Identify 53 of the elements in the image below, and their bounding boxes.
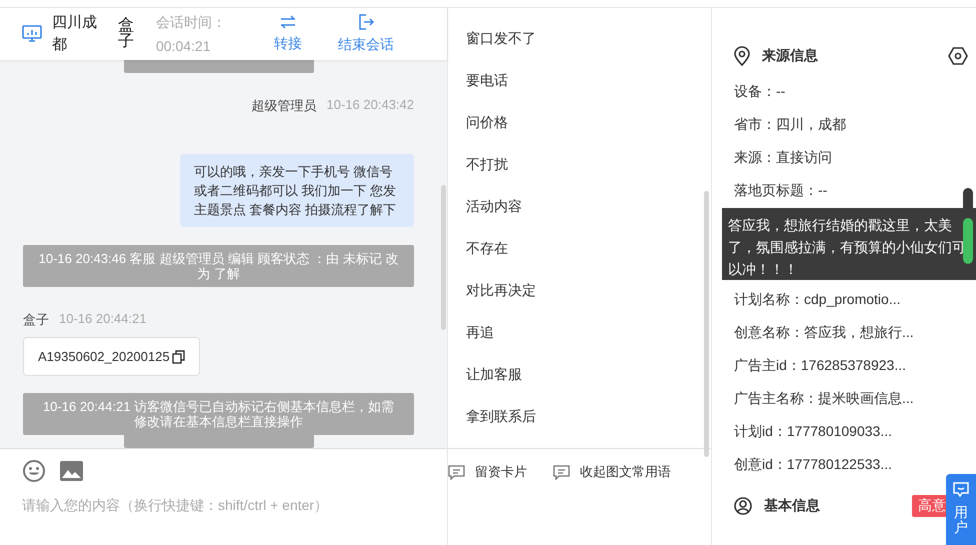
monitor-icon (22, 25, 42, 43)
exit-icon (358, 14, 374, 30)
quick-reply-item[interactable]: 拿到联系后 (466, 406, 693, 448)
info-row-text: 省市：四川，成都 (734, 115, 847, 134)
info-row-text: 设备：-- (734, 82, 786, 101)
system-message: 10-16 20:44:21 访客微信号已自动标记右侧基本信息栏，如需修改请在基本信息栏直接操作 (23, 393, 414, 435)
session-time: 00:04:21 (156, 37, 212, 56)
quick-reply-item[interactable]: 再追 (466, 322, 693, 364)
message-input[interactable]: 请输入您的内容（换行快捷键：shift/ctrl + enter） (22, 497, 422, 513)
image-icon[interactable] (60, 461, 83, 481)
section-title: 来源信息 (762, 47, 818, 65)
info-row-text: 计划id：177780109033... (734, 422, 893, 441)
message-bubble: 可以的哦，亲发一下手机号 微信号或者二维码都可以 我们加一下 您发主题景点 套餐内容 拍摄流程了解下 (180, 154, 414, 227)
system-message: 10-16 20:43:46 客服 超级管理员 编辑 顾客状态 ：由 未标记 改为 了解 (23, 245, 414, 287)
info-row-text: 来源：直接访问 (734, 148, 833, 167)
visitor-name: 盒子 (118, 18, 134, 50)
transfer-button[interactable]: 转接 (274, 15, 302, 53)
message-time: 10-16 20:43:42 (326, 97, 414, 114)
visitor-location: 四川成都 (52, 13, 98, 55)
copy-icon[interactable] (172, 350, 185, 364)
swap-arrows-icon (279, 15, 297, 29)
info-row-text: 计划名称：cdp_promotio... (734, 290, 902, 309)
user-panel-button[interactable]: 用户 (946, 474, 976, 545)
location-pin-icon (734, 46, 750, 66)
quick-reply-item[interactable]: 活动内容 (466, 196, 693, 238)
comment-icon (448, 464, 465, 480)
quick-reply-item[interactable]: 不存在 (466, 238, 693, 280)
section-title: 基本信息 (764, 497, 820, 515)
info-row-text: 创意id：177780122533... (734, 455, 893, 474)
emoji-icon[interactable] (22, 459, 46, 483)
info-row-text: 广告主id：176285378923... (734, 356, 907, 375)
info-row-text: 广告主名称：提米映画信息... (734, 389, 915, 408)
info-row-text: 落地页标题：-- (734, 181, 828, 200)
user-circle-icon (734, 497, 752, 515)
quick-reply-item[interactable]: 问价格 (466, 112, 693, 154)
quick-reply-item[interactable]: 窗口发不了 (466, 28, 693, 70)
comment-icon (553, 464, 570, 480)
sender-name: 盒子 (23, 311, 49, 329)
info-row-text: 创意名称：答应我，想旅行... (734, 323, 915, 342)
settings-icon[interactable] (948, 47, 968, 65)
quick-reply-item[interactable]: 不打扰 (466, 154, 693, 196)
session-label: 会话时间： (156, 13, 227, 32)
quick-reply-item[interactable]: 对比再决定 (466, 280, 693, 322)
message-time: 10-16 20:44:21 (59, 311, 146, 328)
quick-reply-item[interactable]: 要电话 (466, 70, 693, 112)
chat-icon (953, 482, 969, 497)
quick-reply-item[interactable]: 让加客服 (466, 364, 693, 406)
end-session-button[interactable]: 结束会话 (338, 14, 394, 54)
message-text: A19350602_20200125 (38, 349, 170, 364)
sender-name: 超级管理员 (252, 97, 317, 115)
footer-action-button[interactable]: 收起图文常用语 (553, 463, 671, 481)
footer-action-button[interactable]: 留资卡片 (448, 463, 527, 481)
tooltip: 答应我，想旅行结婚的戳这里，太美了，氛围感拉满，有预算的小仙女们可以冲！！！ (722, 208, 976, 280)
